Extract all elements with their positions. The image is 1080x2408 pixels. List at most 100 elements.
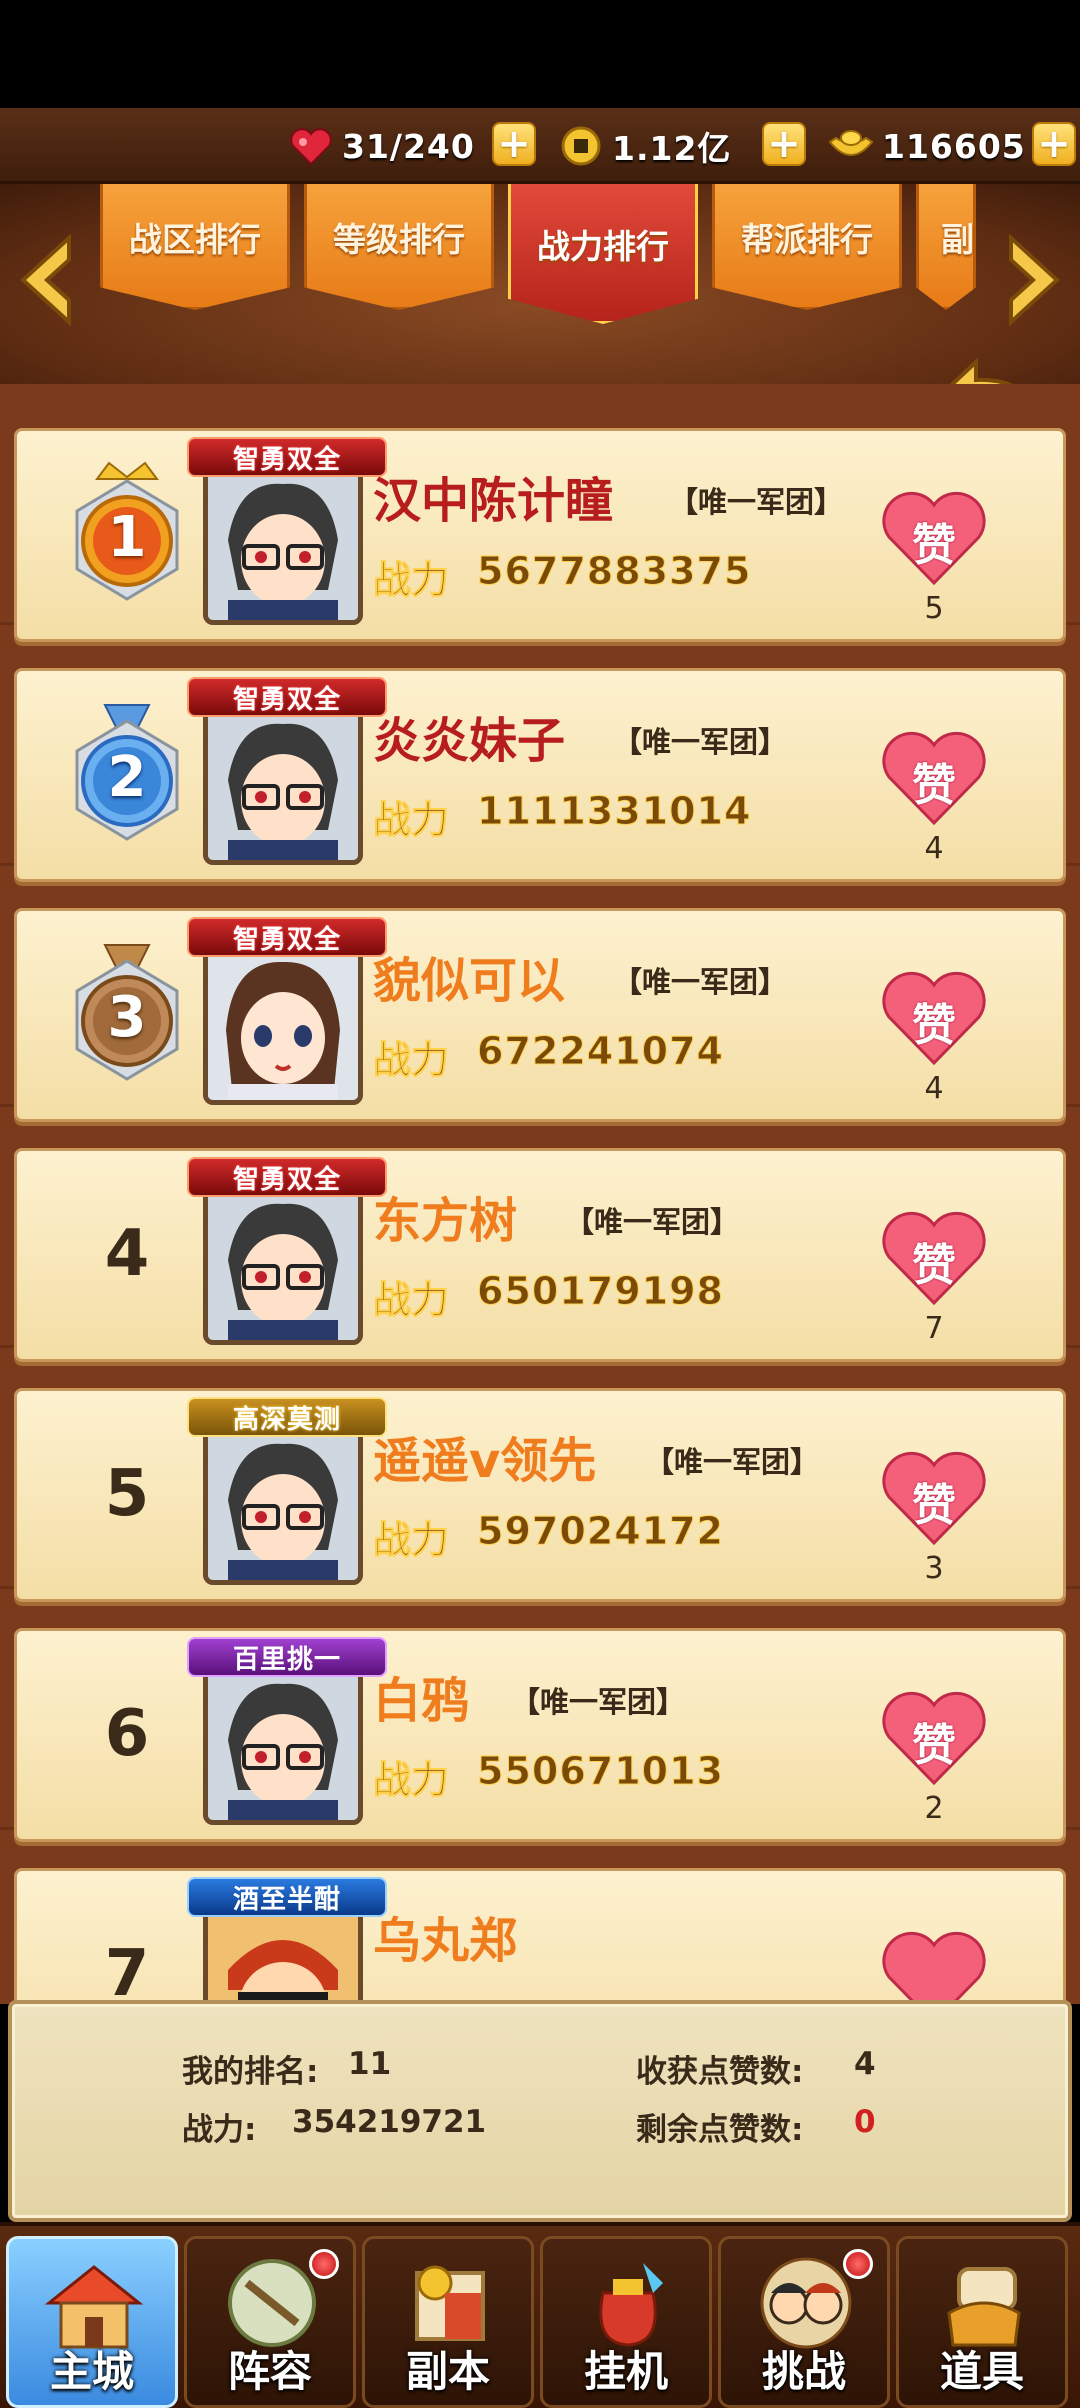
player-name: 遥遥v领先: [373, 1433, 597, 1489]
resource-bar: 31/240 + 1.12亿 + 116605 +: [0, 108, 1080, 184]
nav-lineup[interactable]: 阵容: [184, 2236, 356, 2408]
player-name: 白鸦: [373, 1673, 470, 1729]
title-badge: 智勇双全: [187, 1157, 387, 1197]
tab-more-ranking[interactable]: 副: [916, 184, 976, 310]
like-heart-button[interactable]: 赞: [879, 1687, 989, 1787]
ranking-row[interactable]: 1 智勇双全 汉中陈计瞳 【唯一军团】 战力 5677883375 赞 5: [14, 428, 1066, 642]
power-label: 战力: [372, 558, 450, 603]
like-heart-button[interactable]: 赞: [879, 1447, 989, 1547]
guild-name: 【唯一军团】: [613, 725, 788, 759]
my-rank-panel: 我的排名: 11 战力: 354219721 收获点赞数: 4 剩余点赞数: 0: [8, 2000, 1072, 2222]
power-value: 597024172: [477, 1509, 724, 1554]
like-count: 4: [924, 1071, 944, 1106]
gold-value: 116605: [882, 126, 1026, 166]
silver-medal-icon: 2: [57, 699, 197, 859]
rank-number: 1: [107, 505, 147, 570]
power-value: 5677883375: [476, 549, 752, 594]
notification-dot: [843, 2249, 873, 2279]
power-label: 战力: [372, 1278, 450, 1323]
guild-name: 【唯一军团】: [669, 485, 844, 519]
nav-items[interactable]: 道具: [896, 2236, 1068, 2408]
power-label: 战力: [372, 798, 450, 843]
heart-stamina-icon: [288, 123, 334, 169]
tab-power-ranking[interactable]: 战力排行: [508, 184, 698, 324]
avatar[interactable]: [203, 1905, 363, 2004]
like-heart-button[interactable]: 赞: [879, 487, 989, 587]
gold-medal-icon: 1: [57, 459, 197, 619]
rank-number: 7: [104, 1937, 150, 2004]
guild-name: 【唯一军团】: [511, 1685, 686, 1719]
nav-main-city[interactable]: 主城: [6, 2236, 178, 2408]
avatar[interactable]: [203, 1665, 363, 1825]
ranking-row[interactable]: 3 智勇双全 貌似可以 【唯一军团】 战力 672241074 赞 4: [14, 908, 1066, 1122]
gold-resource: 116605: [828, 116, 1026, 176]
ranking-list[interactable]: 1 智勇双全 汉中陈计瞳 【唯一军团】 战力 5677883375 赞 5 2: [0, 384, 1080, 2004]
like-count: 5: [924, 591, 944, 626]
bottom-nav: 主城 阵容 副本 挂机 挑战 道具: [0, 2222, 1080, 2408]
ranking-tabs-area: 战区排行 等级排行 战力排行 帮派排行 副: [0, 184, 1080, 429]
my-power-label: 战力:: [182, 2112, 257, 2148]
add-gold-button[interactable]: +: [1032, 122, 1076, 166]
avatar[interactable]: [203, 945, 363, 1105]
power-label: 战力: [372, 1758, 450, 1803]
gold-ingot-icon: [828, 123, 874, 169]
like-heart-button[interactable]: [879, 1927, 989, 2004]
ranking-row[interactable]: 6 百里挑一 白鸦 【唯一军团】 战力 550671013 赞 2: [14, 1628, 1066, 1842]
notification-dot: [309, 2249, 339, 2279]
player-name: 乌丸郑: [373, 1913, 518, 1969]
my-rank-label: 我的排名:: [182, 2054, 319, 2090]
like-heart-button[interactable]: 赞: [879, 967, 989, 1067]
received-likes-value: 4: [854, 2046, 876, 2082]
power-value: 672241074: [477, 1029, 724, 1074]
bronze-medal-icon: 3: [57, 939, 197, 1099]
received-likes-label: 收获点赞数:: [636, 2054, 804, 2090]
tabs-left-arrow-icon[interactable]: [10, 230, 80, 330]
ranking-row[interactable]: 5 高深莫测 遥遥v领先 【唯一军团】 战力 597024172 赞 3: [14, 1388, 1066, 1602]
stamina-value: 31/240: [342, 126, 475, 166]
avatar[interactable]: [203, 705, 363, 865]
power-value: 550671013: [477, 1749, 724, 1794]
tab-level-ranking[interactable]: 等级排行: [304, 184, 494, 310]
tab-zone-ranking[interactable]: 战区排行: [100, 184, 290, 310]
ranking-row[interactable]: 7 酒至半酣 乌丸郑: [14, 1868, 1066, 2004]
avatar[interactable]: [203, 1425, 363, 1585]
avatar[interactable]: [203, 465, 363, 625]
like-count: 7: [924, 1311, 944, 1346]
my-power-value: 354219721: [292, 2104, 487, 2140]
title-badge: 智勇双全: [187, 677, 387, 717]
stamina-resource: 31/240: [288, 116, 475, 176]
avatar[interactable]: [203, 1185, 363, 1345]
like-heart-button[interactable]: 赞: [879, 727, 989, 827]
player-name: 汉中陈计瞳: [373, 473, 614, 529]
guild-name: 【唯一军团】: [645, 1445, 820, 1479]
my-rank-value: 11: [348, 2046, 392, 2082]
power-label: 战力: [372, 1518, 450, 1563]
title-badge: 酒至半酣: [187, 1877, 387, 1917]
ranking-row[interactable]: 2 智勇双全 炎炎妹子 【唯一军团】 战力 1111331014 赞 4: [14, 668, 1066, 882]
tabs-right-arrow-icon[interactable]: [1000, 230, 1070, 330]
player-name: 东方树: [373, 1193, 518, 1249]
like-count: 3: [924, 1551, 944, 1586]
ranking-row[interactable]: 4 智勇双全 东方树 【唯一军团】 战力 650179198 赞 7: [14, 1148, 1066, 1362]
coin-icon: [558, 123, 604, 169]
nav-dungeon[interactable]: 副本: [362, 2236, 534, 2408]
add-stamina-button[interactable]: +: [492, 122, 536, 166]
rank-number: 5: [104, 1457, 150, 1531]
title-badge: 智勇双全: [187, 917, 387, 957]
nav-challenge[interactable]: 挑战: [718, 2236, 890, 2408]
tab-guild-ranking[interactable]: 帮派排行: [712, 184, 902, 310]
remaining-likes-value: 0: [854, 2104, 876, 2140]
guild-name: 【唯一军团】: [565, 1205, 740, 1239]
title-badge: 高深莫测: [187, 1397, 387, 1437]
remaining-likes-label: 剩余点赞数:: [636, 2112, 804, 2148]
nav-idle[interactable]: 挂机: [540, 2236, 712, 2408]
coins-resource: 1.12亿: [558, 116, 731, 176]
rank-number: 4: [104, 1217, 150, 1291]
add-coins-button[interactable]: +: [762, 122, 806, 166]
status-bar: [0, 0, 1080, 108]
like-heart-button[interactable]: 赞: [879, 1207, 989, 1307]
rank-number: 3: [107, 985, 147, 1050]
title-badge: 智勇双全: [187, 437, 387, 477]
like-count: 2: [924, 1791, 944, 1826]
coins-value: 1.12亿: [612, 129, 732, 168]
